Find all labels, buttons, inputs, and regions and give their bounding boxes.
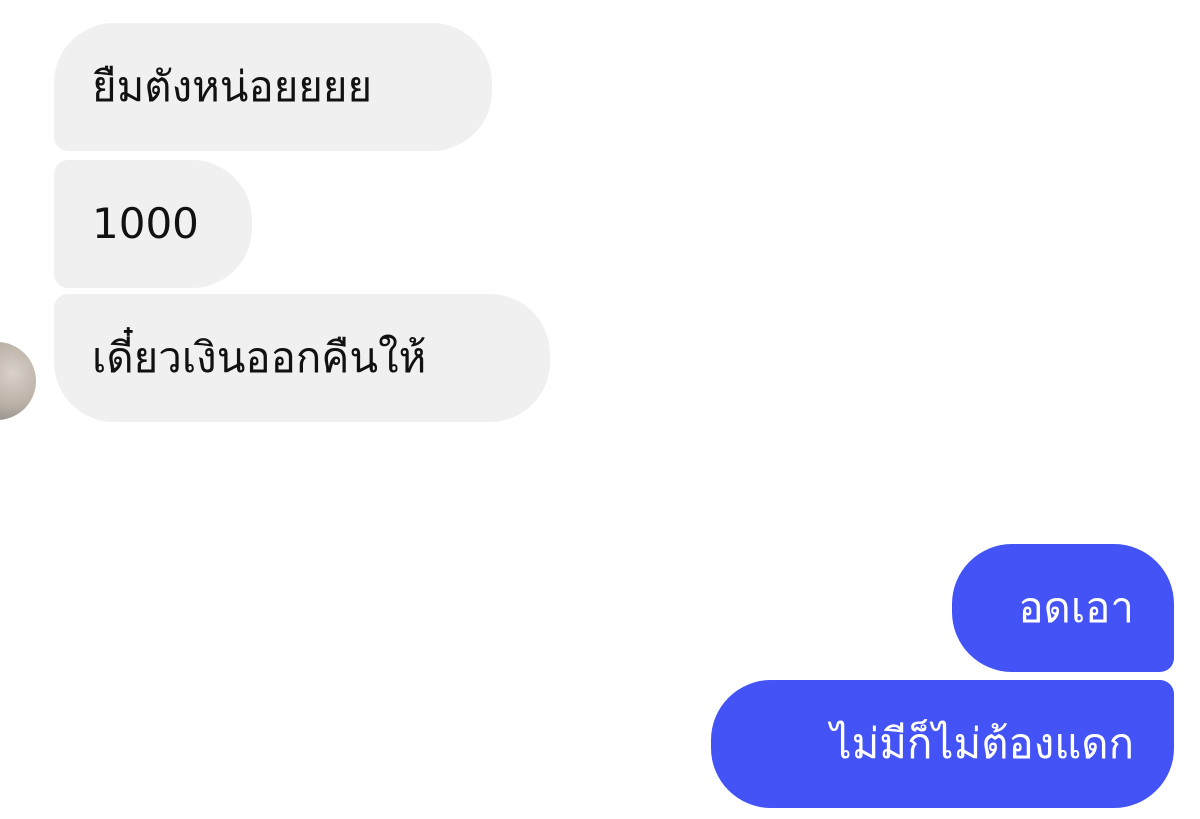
message-text: 1000 (92, 199, 199, 248)
incoming-message[interactable]: ยืมตังหน่อยยยย (54, 23, 492, 151)
outgoing-message[interactable]: อดเอา (952, 544, 1174, 672)
message-text: เดี๋ยวเงินออกคืนให้ (92, 333, 427, 382)
incoming-message[interactable]: 1000 (54, 160, 252, 288)
sender-avatar[interactable] (0, 342, 36, 420)
message-text: อดเอา (1018, 583, 1134, 632)
message-text: ยืมตังหน่อยยยย (92, 62, 373, 111)
message-text: ไม่มีก็ไม่ต้องแดก (830, 719, 1134, 768)
incoming-message[interactable]: เดี๋ยวเงินออกคืนให้ (54, 294, 550, 422)
outgoing-message[interactable]: ไม่มีก็ไม่ต้องแดก (711, 680, 1174, 808)
